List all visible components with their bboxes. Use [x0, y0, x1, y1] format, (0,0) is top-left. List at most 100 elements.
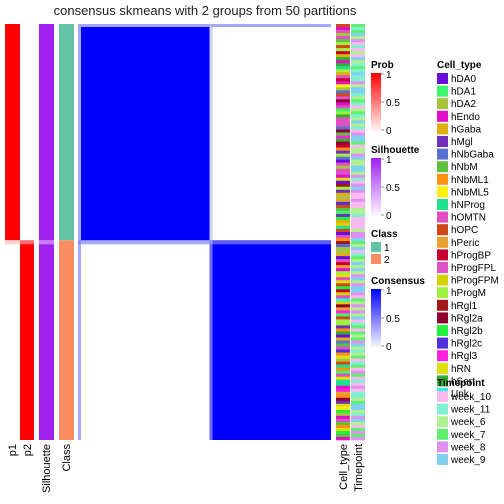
timepoint-cell	[351, 126, 365, 130]
timepoint-cell	[351, 66, 365, 70]
silhouette-transition	[39, 240, 54, 245]
cell-type-cell	[336, 382, 350, 387]
cell-type-legend-title: Cell_type	[437, 60, 482, 71]
silhouette-cell	[39, 24, 54, 241]
cell-type-cell	[336, 27, 350, 31]
heatmap-block-class-1	[78, 24, 210, 241]
timepoint-cell	[351, 391, 365, 396]
cell-type-cell	[336, 430, 350, 435]
timepoint-cell	[351, 165, 365, 169]
cell-type-legend-swatch	[437, 199, 448, 210]
timepoint-cell	[351, 87, 365, 91]
cell-type-cell	[336, 36, 350, 40]
cell-type-cell	[336, 370, 350, 374]
cell-type-cell	[336, 105, 350, 109]
timepoint-cell	[351, 114, 365, 118]
cell-type-cell	[336, 271, 350, 275]
prob-legend-gradient	[371, 73, 381, 133]
timepoint-cell	[351, 370, 365, 374]
timepoint-cell	[351, 171, 365, 176]
cell-type-cell	[336, 331, 350, 335]
timepoint-cell	[351, 159, 365, 163]
p1-cell	[5, 240, 20, 440]
cell-type-cell	[336, 144, 350, 148]
cell-type-cell	[336, 210, 350, 215]
timepoint-cell	[351, 403, 365, 408]
timepoint-cell	[351, 421, 365, 426]
timepoint-cell	[351, 93, 365, 97]
cell-type-legend-swatch	[437, 362, 448, 374]
silhouette-legend-tick-label: 1	[386, 155, 392, 166]
timepoint-cell	[351, 355, 365, 359]
cell-type-cell	[336, 75, 350, 79]
axis-label-cell_type: Cell_type	[338, 444, 350, 490]
timepoint-cell	[351, 433, 365, 438]
timepoint-cell	[351, 313, 365, 317]
cell-type-cell	[336, 126, 350, 130]
cell-type-cell	[336, 247, 350, 251]
consensus-heatmap-figure: Prob10.50Silhouette10.50Class12Consensus…	[5, 24, 499, 493]
timepoint-cell	[351, 298, 365, 302]
cell-type-legend-label: hDA0	[451, 74, 476, 85]
cell-type-cell	[336, 268, 350, 272]
cell-type-cell	[336, 388, 350, 393]
timepoint-cell	[351, 334, 365, 338]
cell-type-cell	[336, 30, 350, 34]
timepoint-cell	[351, 283, 365, 287]
timepoint-cell	[351, 415, 365, 420]
cell-type-legend-label: hEndo	[451, 112, 480, 123]
timepoint-cell	[351, 177, 365, 182]
timepoint-cell	[351, 292, 365, 296]
p1-transition	[5, 240, 20, 245]
cell-type-cell	[336, 48, 350, 52]
timepoint-cell	[351, 244, 365, 248]
legends: Prob10.50Silhouette10.50Class12Consensus…	[371, 60, 499, 466]
silhouette-legend-tick-label: 0.5	[386, 183, 400, 194]
heatmap-edge-left	[78, 24, 81, 440]
cell-type-cell	[336, 117, 350, 121]
cell-type-legend-swatch	[437, 161, 448, 173]
cell-type-legend-swatch	[437, 85, 448, 97]
timepoint-cell	[351, 120, 365, 124]
cell-type-cell	[336, 337, 350, 341]
cell-type-cell	[336, 364, 350, 368]
consensus-legend-tick-label: 1	[386, 286, 392, 297]
cell-type-cell	[336, 379, 350, 384]
cell-type-cell	[336, 415, 350, 420]
timepoint-cell	[351, 361, 365, 365]
timepoint-cell	[351, 42, 365, 46]
cell-type-cell	[336, 153, 350, 157]
cell-type-cell	[336, 292, 350, 296]
cell-type-cell	[336, 403, 350, 408]
cell-type-cell	[336, 111, 350, 115]
cell-type-cell	[336, 24, 350, 28]
cell-type-cell	[336, 436, 350, 441]
cell-type-cell	[336, 277, 350, 281]
timepoint-cell	[351, 141, 365, 145]
timepoint-cell	[351, 277, 365, 281]
timepoint-cell	[351, 400, 365, 405]
timepoint-cell	[351, 123, 365, 127]
cell-type-cell	[336, 349, 350, 353]
timepoint-cell	[351, 33, 365, 37]
cell-type-cell	[336, 298, 350, 302]
cell-type-cell	[336, 313, 350, 317]
cell-type-cell	[336, 391, 350, 396]
cell-type-cell	[336, 57, 350, 61]
cell-type-legend-label: hPeric	[451, 238, 479, 249]
cell-type-cell	[336, 60, 350, 64]
timepoint-cell	[351, 331, 365, 335]
timepoint-cell	[351, 286, 365, 290]
cell-type-cell	[336, 147, 350, 151]
cell-type-cell	[336, 376, 350, 381]
timepoint-cell	[351, 225, 365, 230]
cell-type-cell	[336, 63, 350, 67]
timepoint-cell	[351, 373, 365, 377]
cell-type-legend-label: hRgl2c	[451, 339, 482, 350]
right-annotations	[336, 24, 365, 441]
timepoint-cell	[351, 63, 365, 67]
cell-type-cell	[336, 361, 350, 365]
cell-type-legend-label: hDA1	[451, 87, 476, 98]
cell-type-cell	[336, 319, 350, 323]
cell-type-legend-swatch	[437, 211, 448, 223]
